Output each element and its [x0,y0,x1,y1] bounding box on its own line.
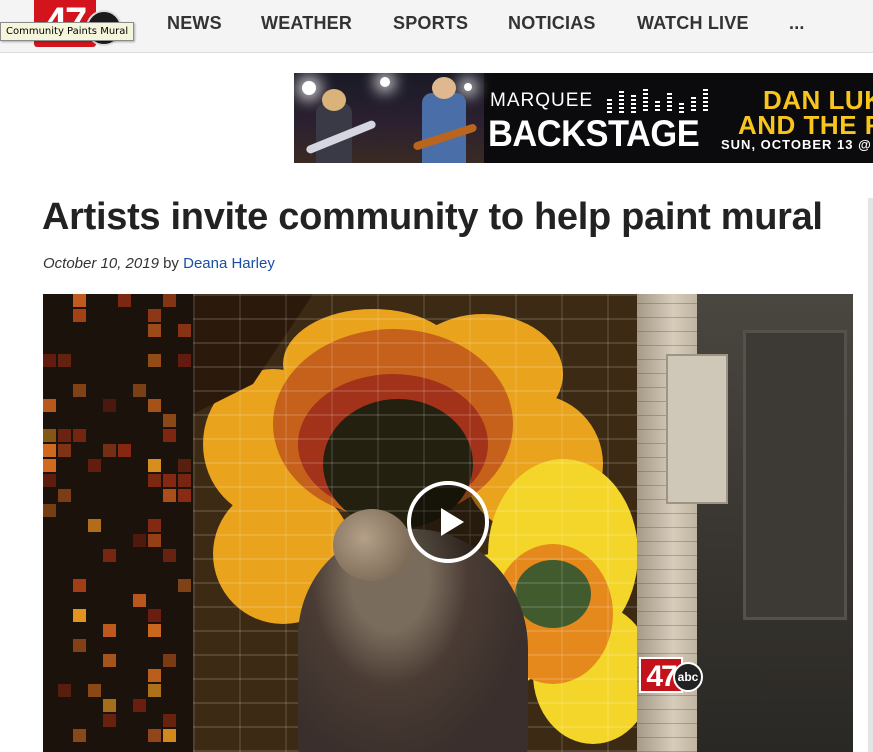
mosaic-tile [43,354,56,367]
mosaic-tile [118,294,131,307]
mosaic-tile [58,429,71,442]
mosaic-tile [163,414,176,427]
mosaic-tile [148,459,161,472]
article-headline: Artists invite community to help paint m… [42,196,823,238]
mosaic-tile [43,429,56,442]
mosaic-tile [43,474,56,487]
mosaic-tile [163,729,176,742]
mosaic-tile [148,519,161,532]
painter-head [333,509,411,581]
mosaic-tile [73,309,86,322]
logo-tooltip: Community Paints Mural [0,22,135,41]
mosaic-tile [148,609,161,622]
banner-ad[interactable]: MARQUEE BACKSTAGE DAN LUK AND THE RA SUN… [294,73,873,163]
byline-by: by [163,255,179,272]
mosaic-tile [148,324,161,337]
mosaic-tile [148,729,161,742]
mosaic-tile [178,474,191,487]
mosaic-tile [88,459,101,472]
mosaic-tile [43,459,56,472]
mosaic-tile [163,429,176,442]
mosaic-tile [43,399,56,412]
mosaic-tile [148,309,161,322]
mosaic-tile [103,624,116,637]
ad-backstage-text: BACKSTAGE [488,113,700,154]
sidebar-divider [868,198,873,752]
nav-more-button[interactable]: ... [789,13,805,34]
mosaic-tile [73,429,86,442]
mosaic-tile [58,489,71,502]
mosaic-tile [133,594,146,607]
nav-item-noticias[interactable]: NOTICIAS [508,13,596,34]
article-date: October 10, 2019 [43,255,159,272]
bug-abc: abc [673,662,703,692]
mosaic-tile [103,399,116,412]
nav-item-watch-live[interactable]: WATCH LIVE [637,13,749,34]
mosaic-tile [148,474,161,487]
mosaic-tile [148,399,161,412]
equalizer-icon [607,89,717,113]
mosaic-tile [133,699,146,712]
mosaic-tile [178,489,191,502]
mosaic-tile [73,384,86,397]
mosaic-tile [163,549,176,562]
mosaic-tile [58,444,71,457]
mosaic-tile [103,714,116,727]
play-icon [441,508,464,536]
mosaic-tile [103,699,116,712]
mosaic-tile [178,324,191,337]
video-player[interactable]: 47 abc [43,294,853,752]
mosaic-tile [73,729,86,742]
mosaic-tile [163,714,176,727]
mosaic-tile [73,609,86,622]
station-bug-logo: 47 abc [639,654,705,698]
mosaic-tile [163,489,176,502]
nav-item-news[interactable]: NEWS [167,13,222,34]
mosaic-tile [163,474,176,487]
mosaic-tile [73,639,86,652]
mosaic-tile [133,534,146,547]
mosaic-tile [118,444,131,457]
painter-figure [298,529,528,752]
mosaic-tile [163,294,176,307]
mosaic-tile [148,684,161,697]
mosaic-tile [73,294,86,307]
mosaic-tile [103,654,116,667]
mosaic-tile [43,504,56,517]
nav-item-weather[interactable]: WEATHER [261,13,352,34]
background-window [743,330,847,620]
mosaic-tile [148,534,161,547]
mosaic-tile [148,669,161,682]
mosaic-tile [178,459,191,472]
mosaic-tile [148,354,161,367]
mosaic-tile [178,354,191,367]
mosaic-tile [58,354,71,367]
mosaic-tile [73,579,86,592]
nav-item-sports[interactable]: SPORTS [393,13,468,34]
article-byline: October 10, 2019 by Deana Harley [43,255,275,272]
ad-marquee-text: MARQUEE [490,90,594,111]
electrical-box [666,354,728,504]
site-header: 47 Community Paints Mural NEWS WEATHER S… [0,0,873,53]
mosaic-tile [43,444,56,457]
ad-date-line: SUN, OCTOBER 13 @ 7 [721,137,873,152]
mosaic-tile [88,519,101,532]
mosaic-tile [148,624,161,637]
author-link[interactable]: Deana Harley [183,255,275,272]
mosaic-tile [103,444,116,457]
mosaic-tile [163,654,176,667]
play-button[interactable] [407,481,489,563]
mosaic-tile [58,684,71,697]
mosaic-tile [133,384,146,397]
mosaic-tile [88,684,101,697]
ad-stage-photo [294,73,484,163]
mosaic-tile [178,579,191,592]
mosaic-tile [103,549,116,562]
